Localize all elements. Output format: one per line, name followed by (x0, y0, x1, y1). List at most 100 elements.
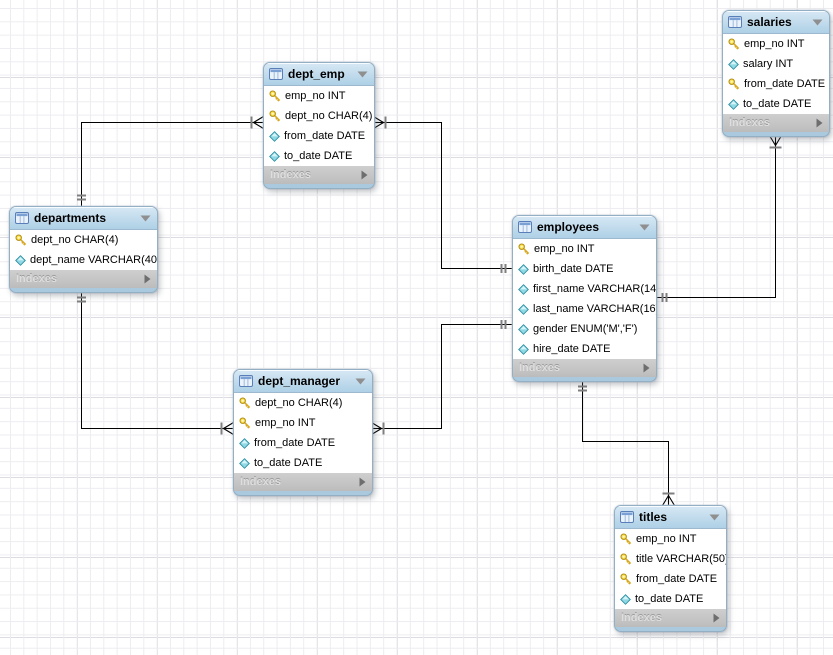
table-header[interactable]: departments (10, 207, 157, 230)
table-icon (518, 221, 532, 233)
column-label: to_date DATE (635, 593, 703, 605)
diagram-canvas[interactable]: salariesemp_no INTsalary INTfrom_date DA… (0, 0, 833, 655)
collapse-arrow-icon[interactable] (709, 514, 720, 521)
column-row[interactable]: title VARCHAR(50) (615, 549, 726, 569)
table-departments[interactable]: departments dept_no CHAR(4) dept_name VARC… (9, 206, 158, 293)
column-row[interactable]: emp_no INT (723, 34, 829, 54)
column-diamond-icon (269, 151, 280, 162)
column-label: emp_no INT (534, 243, 595, 255)
table-columns: dept_no CHAR(4) dept_name VARCHAR(40) (10, 230, 157, 270)
indexes-section[interactable]: Indexes (10, 270, 157, 288)
relationship-departments-dept_emp[interactable] (77, 117, 264, 207)
table-title: salaries (747, 15, 792, 29)
collapse-arrow-icon[interactable] (355, 378, 366, 385)
collapse-arrow-icon[interactable] (812, 19, 823, 26)
collapse-arrow-icon[interactable] (357, 71, 368, 78)
column-row[interactable]: first_name VARCHAR(14) (513, 279, 656, 299)
expand-arrow-icon[interactable] (816, 118, 823, 128)
column-row[interactable]: emp_no INT (264, 86, 374, 106)
column-label: from_date DATE (284, 130, 365, 142)
column-label: birth_date DATE (533, 263, 614, 275)
table-icon (269, 68, 283, 80)
column-row[interactable]: to_date DATE (264, 146, 374, 166)
indexes-label: Indexes (621, 612, 662, 624)
indexes-section[interactable]: Indexes (723, 114, 829, 132)
primary-key-icon (15, 234, 27, 246)
relationship-departments-dept_manager[interactable] (77, 291, 234, 435)
primary-key-icon (239, 417, 251, 429)
column-row[interactable]: from_date DATE (234, 433, 372, 453)
column-row[interactable]: birth_date DATE (513, 259, 656, 279)
column-label: dept_name VARCHAR(40) (30, 254, 158, 266)
column-diamond-icon (239, 458, 250, 469)
collapse-arrow-icon[interactable] (140, 215, 151, 222)
column-label: title VARCHAR(50) (636, 553, 727, 565)
column-label: dept_no CHAR(4) (285, 110, 372, 122)
primary-key-icon (620, 553, 632, 565)
relationship-employees-salaries[interactable] (656, 136, 782, 303)
column-label: dept_no CHAR(4) (255, 397, 342, 409)
expand-arrow-icon[interactable] (359, 477, 366, 487)
primary-key-icon (620, 533, 632, 545)
column-row[interactable]: salary INT (723, 54, 829, 74)
table-salaries[interactable]: salaries emp_no INTsalary INTfrom_date DA… (722, 10, 830, 137)
table-icon (239, 375, 253, 387)
table-titles[interactable]: titlesemp_no INT title VARCHAR(50) from_da… (614, 505, 727, 632)
column-row[interactable]: dept_name VARCHAR(40) (10, 250, 157, 270)
collapse-arrow-icon[interactable] (639, 224, 650, 231)
table-header[interactable]: dept_manager (234, 370, 372, 393)
indexes-section[interactable]: Indexes (264, 166, 374, 184)
column-row[interactable]: dept_no CHAR(4) (264, 106, 374, 126)
indexes-section[interactable]: Indexes (615, 609, 726, 627)
column-row[interactable]: dept_no CHAR(4) (234, 393, 372, 413)
column-label: hire_date DATE (533, 343, 610, 355)
column-diamond-icon (518, 264, 529, 275)
table-icon (15, 212, 29, 224)
column-row[interactable]: emp_no INT (234, 413, 372, 433)
column-diamond-icon (728, 59, 739, 70)
table-dept_emp[interactable]: dept_emp emp_no INT dept_no CHAR(4) from_da… (263, 62, 375, 189)
table-columns: emp_no INTsalary INTfrom_date DATE to_dat… (723, 34, 829, 114)
column-row[interactable]: to_date DATE (615, 589, 726, 609)
table-header[interactable]: dept_emp (264, 63, 374, 86)
column-row[interactable]: hire_date DATE (513, 339, 656, 359)
column-label: to_date DATE (284, 150, 352, 162)
expand-arrow-icon[interactable] (361, 170, 368, 180)
column-row[interactable]: to_date DATE (723, 94, 829, 114)
table-columns: emp_no INT birth_date DATE first_name VARC… (513, 239, 656, 359)
column-label: dept_no CHAR(4) (31, 234, 118, 246)
column-diamond-icon (620, 594, 631, 605)
table-dept_manager[interactable]: dept_manager dept_no CHAR(4) emp_no INT fro… (233, 369, 373, 496)
relationship-dept_manager-employees[interactable] (372, 320, 513, 435)
column-diamond-icon (269, 131, 280, 142)
column-row[interactable]: emp_no INT (615, 529, 726, 549)
table-header[interactable]: titles (615, 506, 726, 529)
column-row[interactable]: gender ENUM('M','F') (513, 319, 656, 339)
column-row[interactable]: from_date DATE (264, 126, 374, 146)
expand-arrow-icon[interactable] (713, 613, 720, 623)
relationship-employees-titles[interactable] (578, 380, 675, 506)
indexes-label: Indexes (729, 117, 770, 129)
primary-key-icon (728, 38, 740, 50)
column-label: last_name VARCHAR(16) (533, 303, 657, 315)
column-label: emp_no INT (255, 417, 316, 429)
table-employees[interactable]: employees emp_no INT birth_date DATE first_… (512, 215, 657, 382)
column-row[interactable]: from_date DATE (615, 569, 726, 589)
indexes-section[interactable]: Indexes (513, 359, 656, 377)
column-row[interactable]: dept_no CHAR(4) (10, 230, 157, 250)
column-row[interactable]: from_date DATE (723, 74, 829, 94)
indexes-label: Indexes (240, 476, 281, 488)
column-label: to_date DATE (743, 98, 811, 110)
column-row[interactable]: last_name VARCHAR(16) (513, 299, 656, 319)
table-header[interactable]: salaries (723, 11, 829, 34)
column-row[interactable]: emp_no INT (513, 239, 656, 259)
expand-arrow-icon[interactable] (144, 274, 151, 284)
expand-arrow-icon[interactable] (643, 363, 650, 373)
relationship-dept_emp-employees[interactable] (374, 117, 513, 274)
primary-key-icon (269, 110, 281, 122)
column-row[interactable]: to_date DATE (234, 453, 372, 473)
column-label: from_date DATE (254, 437, 335, 449)
table-title: dept_emp (288, 67, 345, 81)
indexes-section[interactable]: Indexes (234, 473, 372, 491)
table-header[interactable]: employees (513, 216, 656, 239)
